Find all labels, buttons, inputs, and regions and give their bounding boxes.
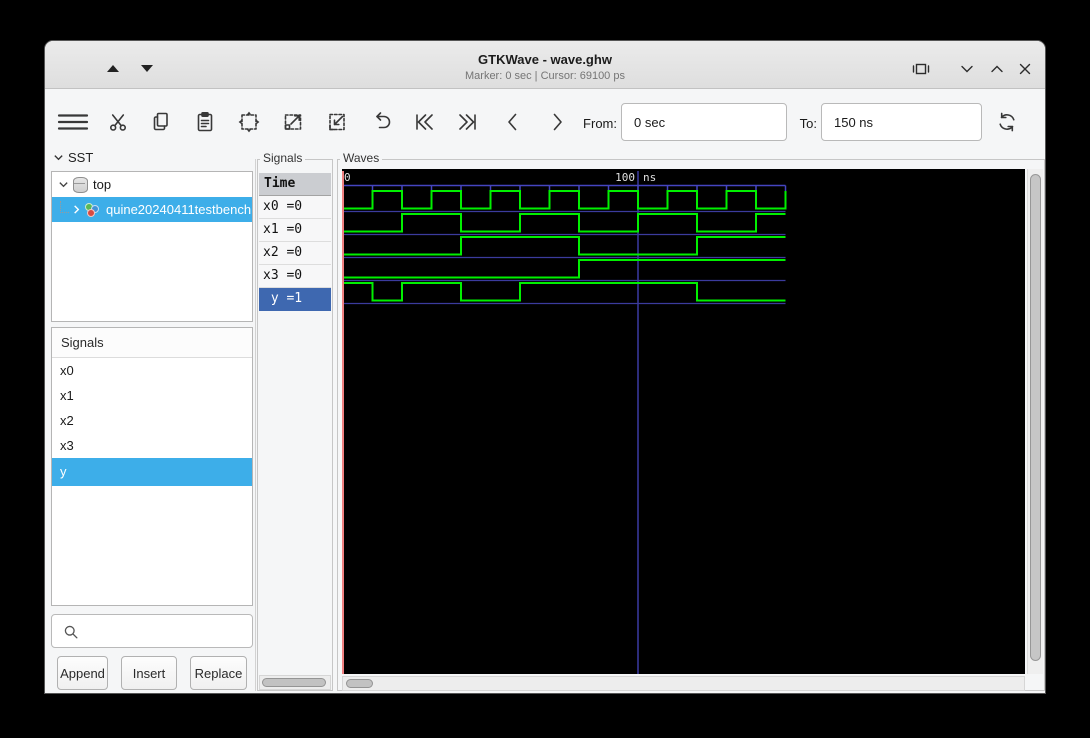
from-label: From: [583, 116, 617, 131]
waves-hscrollbar-thumb[interactable] [346, 679, 373, 688]
waves-frame-label: Waves [340, 151, 383, 165]
tree-item-label: quine20240411testbench [106, 202, 252, 217]
wave-canvas[interactable]: 0 100 ns [342, 169, 1025, 674]
zoom-fit-icon[interactable] [237, 110, 261, 134]
replace-button[interactable]: Replace [190, 656, 247, 690]
svg-text:0: 0 [344, 171, 351, 184]
signal-list-item[interactable]: x1 [52, 383, 252, 408]
to-label: To: [799, 116, 817, 131]
title-bar[interactable]: GTKWave - wave.ghw Marker: 0 sec | Curso… [45, 41, 1045, 89]
copy-icon[interactable] [149, 110, 173, 134]
go-first-icon[interactable] [412, 110, 436, 134]
go-last-icon[interactable] [456, 110, 480, 134]
signal-search-box[interactable] [51, 614, 253, 648]
search-icon [61, 622, 81, 642]
zoom-in-icon[interactable] [281, 110, 305, 134]
pane-divider[interactable] [255, 159, 256, 691]
svg-text:100: 100 [615, 171, 635, 184]
window-title: GTKWave - wave.ghw [478, 52, 612, 67]
facility-list: Signals x0 x1 x2 x3 y [51, 327, 253, 606]
value-row[interactable]: x2 =0 [259, 242, 331, 265]
waves-panel: Waves 0 100 ns [337, 151, 1045, 691]
sst-label: SST [68, 150, 94, 165]
expander-open-icon[interactable] [58, 179, 69, 190]
module-icon [85, 202, 101, 217]
insert-button[interactable]: Insert [121, 656, 177, 690]
value-row[interactable]: x0 =0 [259, 196, 331, 219]
zoom-out-icon[interactable] [325, 110, 349, 134]
svg-text:ns: ns [643, 171, 656, 184]
tree-item-label: top [93, 177, 112, 192]
sst-expander[interactable]: SST [53, 150, 93, 165]
signal-list-item[interactable]: x2 [52, 408, 252, 433]
values-hscrollbar-thumb[interactable] [262, 678, 326, 687]
go-next-icon[interactable] [545, 110, 569, 134]
window-subtitle: Marker: 0 sec | Cursor: 69100 ps [465, 70, 625, 82]
signal-list-item[interactable]: y [52, 458, 252, 486]
gtkwave-window: GTKWave - wave.ghw Marker: 0 sec | Curso… [44, 40, 1046, 694]
waves-hscrollbar[interactable] [342, 676, 1025, 691]
tile-icon[interactable] [909, 57, 933, 81]
menu-icon[interactable] [57, 110, 89, 134]
tree-connector [60, 200, 69, 213]
close-icon[interactable] [1013, 57, 1037, 81]
value-row[interactable]: y =1 [259, 288, 331, 311]
cut-icon[interactable] [106, 110, 130, 134]
signal-list-item[interactable]: x3 [52, 433, 252, 458]
values-panel: Signals Time x0 =0 x1 =0 x2 =0 x3 =0 y =… [257, 151, 333, 691]
wave-drawing-area[interactable]: 0 100 ns [342, 169, 1025, 674]
expander-closed-icon[interactable] [71, 204, 82, 215]
paste-icon[interactable] [193, 110, 217, 134]
from-input[interactable] [621, 103, 787, 141]
values-frame-label: Signals [260, 151, 306, 165]
to-input[interactable] [821, 103, 982, 141]
facility-list-header: Signals [52, 328, 252, 358]
tree-row-testbench[interactable]: quine20240411testbench [52, 197, 252, 222]
waves-vscrollbar-thumb[interactable] [1030, 174, 1041, 661]
go-previous-icon[interactable] [501, 110, 525, 134]
tree-row-top[interactable]: top [52, 172, 252, 197]
sst-tree: top quine20240411testbench [51, 171, 253, 322]
signal-list-item[interactable]: x0 [52, 358, 252, 383]
waves-vscrollbar[interactable] [1027, 169, 1043, 674]
time-header: Time [259, 173, 331, 196]
minimize-icon[interactable] [955, 57, 979, 81]
value-row[interactable]: x1 =0 [259, 219, 331, 242]
append-button[interactable]: Append [57, 656, 108, 690]
values-hscrollbar[interactable] [259, 675, 331, 690]
scope-icon [73, 176, 88, 193]
undo-icon[interactable] [369, 110, 393, 134]
reload-icon[interactable] [995, 110, 1019, 134]
search-input[interactable] [82, 618, 251, 646]
maximize-icon[interactable] [985, 57, 1009, 81]
value-row[interactable]: x3 =0 [259, 265, 331, 288]
